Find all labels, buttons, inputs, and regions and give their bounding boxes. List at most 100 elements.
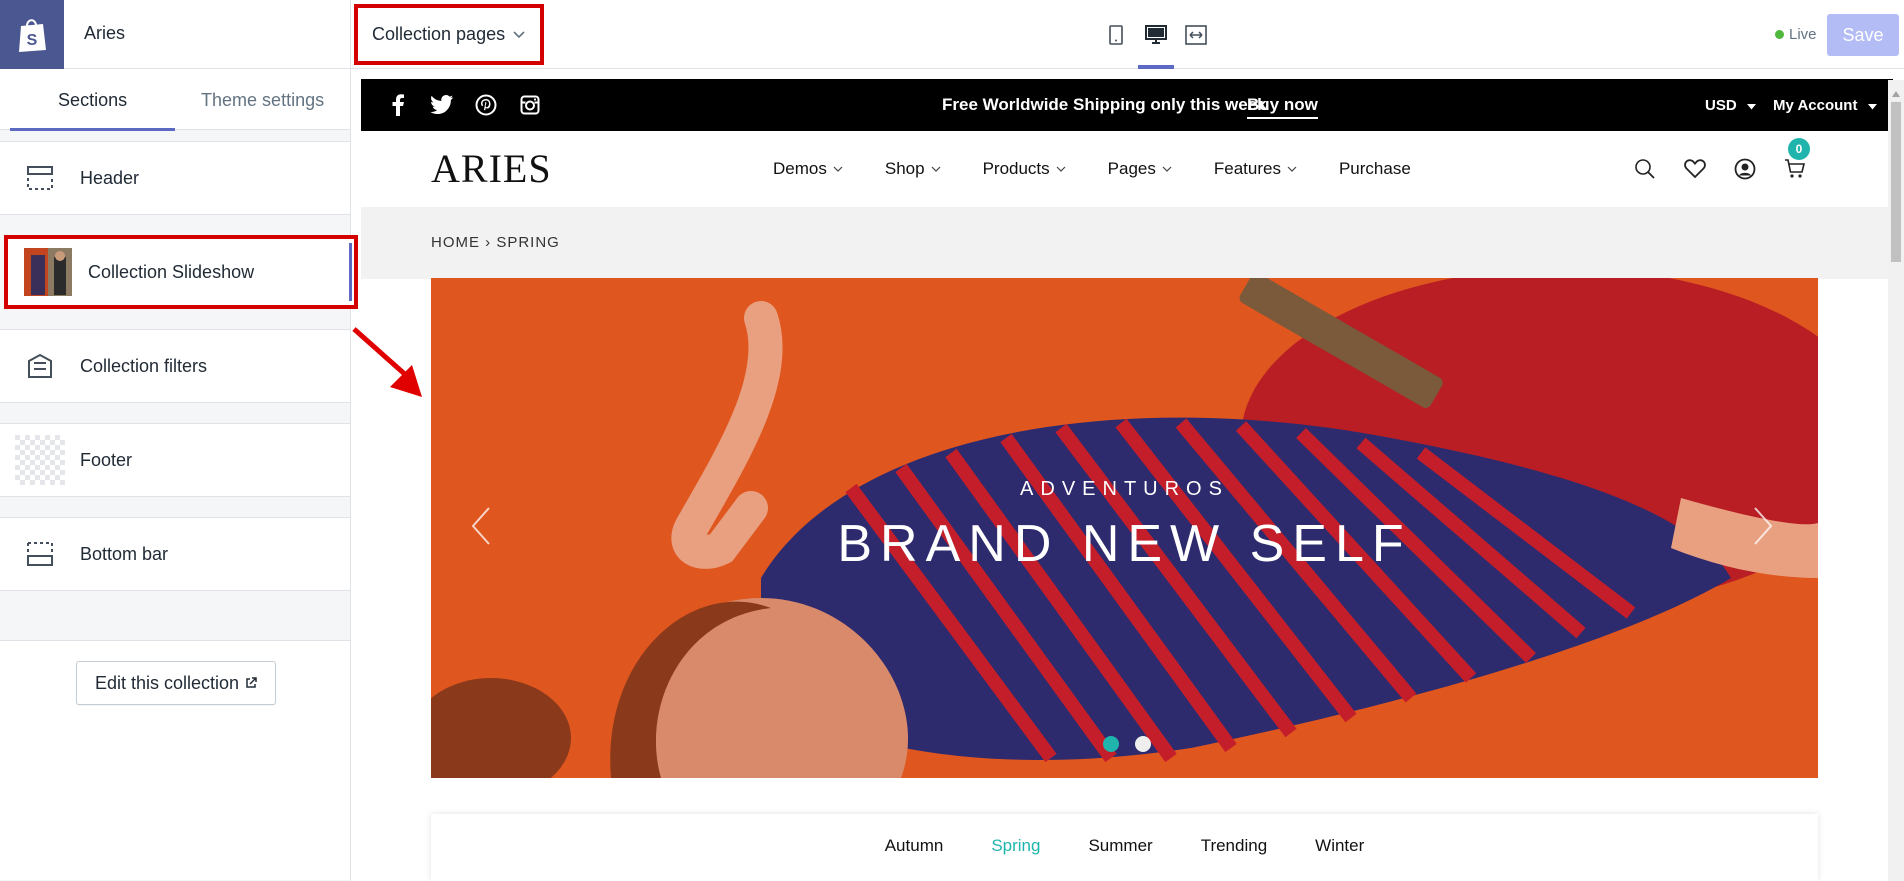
- chevron-down-icon: [1162, 163, 1172, 175]
- twitter-icon[interactable]: [429, 92, 455, 118]
- chevron-down-icon: [1287, 163, 1297, 175]
- facebook-icon[interactable]: [385, 92, 411, 118]
- annotation-arrow-icon: [352, 325, 428, 406]
- nav-item-shop[interactable]: Shop: [885, 159, 941, 179]
- filter-list: Autumn Spring Summer Trending Winter: [431, 836, 1818, 856]
- edit-collection-label: Edit this collection: [94, 672, 240, 693]
- search-icon[interactable]: [1631, 155, 1659, 183]
- fullscreen-icon[interactable]: [1176, 0, 1216, 69]
- top-bar: S Aries Collection pages Live Save: [0, 0, 1904, 69]
- section-item-footer[interactable]: Footer: [0, 423, 350, 497]
- chevron-down-icon: [833, 163, 843, 175]
- chevron-left-icon[interactable]: [471, 506, 491, 551]
- announcement-bar: Free Worldwide Shipping only this week B…: [361, 79, 1893, 131]
- edit-collection-area: Edit this collection: [0, 640, 350, 880]
- chevron-down-icon: [931, 163, 941, 175]
- section-label: Collection filters: [80, 355, 208, 376]
- sidebar-tabs: Sections Theme settings: [0, 70, 350, 131]
- tab-sections[interactable]: Sections: [10, 70, 176, 131]
- save-button[interactable]: Save: [1827, 14, 1899, 56]
- nav-label: Pages: [1107, 159, 1156, 178]
- tab-theme-settings[interactable]: Theme settings: [175, 70, 350, 130]
- section-item-header[interactable]: Header: [0, 141, 350, 215]
- main-nav: Demos Shop Products Pages Features Purch…: [773, 159, 1453, 179]
- caret-down-icon: [1746, 97, 1756, 114]
- shop-name: Aries: [84, 23, 126, 43]
- cart-count-badge: 0: [1788, 138, 1810, 160]
- nav-item-demos[interactable]: Demos: [773, 159, 843, 179]
- theme-editor: S Aries Collection pages Live Save Secti…: [0, 0, 1904, 881]
- device-switcher: [1096, 0, 1216, 69]
- chevron-down-icon: [1056, 163, 1066, 175]
- section-item-bottom-bar[interactable]: Bottom bar: [0, 517, 350, 591]
- live-dot-icon: [1775, 30, 1784, 39]
- desktop-icon[interactable]: [1136, 0, 1176, 69]
- breadcrumb: HOME › SPRING: [431, 234, 560, 251]
- filter-winter[interactable]: Winter: [1315, 836, 1364, 856]
- live-label: Live: [1789, 26, 1817, 43]
- chevron-down-icon: [513, 27, 525, 42]
- filter-trending[interactable]: Trending: [1201, 836, 1267, 856]
- instagram-icon[interactable]: [517, 92, 543, 118]
- social-links: [385, 92, 543, 118]
- wishlist-heart-icon[interactable]: [1681, 155, 1709, 183]
- section-list: Header Collection Slideshow Collection f…: [0, 141, 358, 591]
- footer-icon: [0, 435, 80, 485]
- buy-now-link[interactable]: Buy now: [1247, 95, 1318, 119]
- nav-item-pages[interactable]: Pages: [1108, 159, 1172, 179]
- header-icons: [1631, 155, 1809, 183]
- section-label: Header: [80, 167, 140, 188]
- filters-icon: [0, 353, 80, 379]
- sidebar: Sections Theme settings Header Collectio…: [0, 70, 358, 881]
- nav-label: Products: [982, 159, 1050, 178]
- section-label: Bottom bar: [80, 543, 169, 564]
- breadcrumb-bar: HOME › SPRING: [361, 207, 1893, 279]
- shopify-logo[interactable]: S: [0, 0, 64, 69]
- filter-spring[interactable]: Spring: [991, 836, 1040, 856]
- currency-select[interactable]: USD: [1705, 97, 1756, 114]
- store-header: ARIES Demos Shop Products Pages Features…: [361, 131, 1893, 207]
- hero-slideshow: ADVENTUROS BRAND NEW SELF: [431, 278, 1818, 778]
- nav-label: Features: [1213, 159, 1281, 178]
- template-select[interactable]: Collection pages: [354, 4, 544, 65]
- section-label: Footer: [80, 449, 133, 470]
- currency-label: USD: [1705, 97, 1737, 114]
- collection-filter-bar: Autumn Spring Summer Trending Winter: [431, 814, 1818, 881]
- pinterest-icon[interactable]: [473, 92, 499, 118]
- mobile-icon[interactable]: [1096, 0, 1136, 69]
- external-link-icon: [245, 677, 257, 689]
- bottom-bar-icon: [0, 541, 80, 567]
- nav-item-purchase[interactable]: Purchase: [1339, 159, 1411, 179]
- hero-kicker: ADVENTUROS: [1020, 478, 1229, 500]
- filter-autumn[interactable]: Autumn: [885, 836, 944, 856]
- svg-text:S: S: [27, 32, 38, 49]
- store-preview: Free Worldwide Shipping only this week B…: [361, 79, 1893, 881]
- nav-item-products[interactable]: Products: [983, 159, 1066, 179]
- slideshow-thumbnail: [8, 247, 88, 297]
- nav-label: Demos: [773, 159, 827, 178]
- announcement-text: Free Worldwide Shipping only this week: [942, 95, 1267, 114]
- filter-summer[interactable]: Summer: [1088, 836, 1152, 856]
- section-item-collection-filters[interactable]: Collection filters: [0, 329, 350, 403]
- shopify-bag-icon: S: [19, 18, 46, 52]
- account-label: My Account: [1773, 97, 1858, 114]
- scroll-up-arrow-icon[interactable]: [1892, 84, 1900, 102]
- account-user-icon[interactable]: [1731, 155, 1759, 183]
- template-select-label: Collection pages: [372, 24, 506, 44]
- slide-dots: [1103, 736, 1151, 752]
- edit-collection-button[interactable]: Edit this collection: [76, 661, 276, 705]
- nav-label: Shop: [884, 159, 925, 178]
- store-logo[interactable]: ARIES: [431, 145, 552, 192]
- scroll-thumb[interactable]: [1891, 102, 1901, 262]
- chevron-right-icon[interactable]: [1753, 506, 1773, 551]
- account-menu[interactable]: My Account: [1773, 97, 1877, 114]
- section-item-collection-slideshow[interactable]: Collection Slideshow: [4, 235, 358, 309]
- preview-scrollbar[interactable]: [1888, 80, 1904, 881]
- nav-item-features[interactable]: Features: [1214, 159, 1297, 179]
- slide-dot[interactable]: [1135, 736, 1151, 752]
- live-status: Live: [1775, 26, 1817, 43]
- slide-dot[interactable]: [1103, 736, 1119, 752]
- selection-indicator: [349, 243, 352, 301]
- header-icon: [0, 165, 80, 191]
- caret-down-icon: [1867, 97, 1877, 114]
